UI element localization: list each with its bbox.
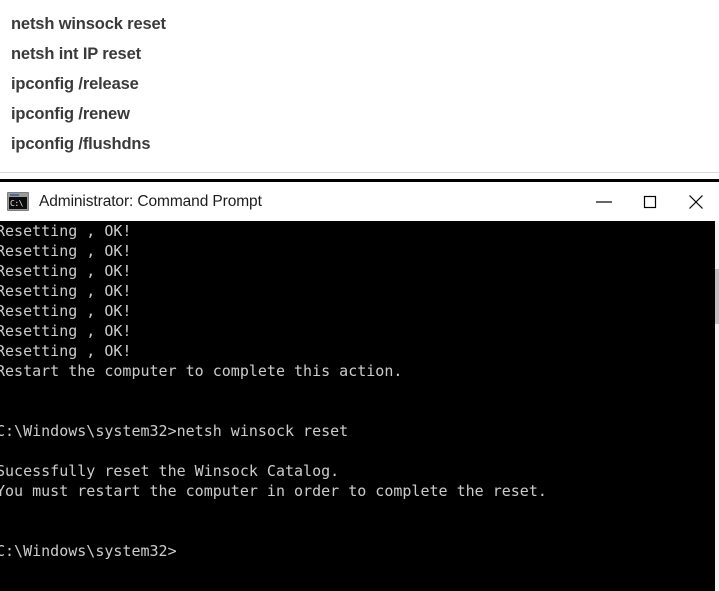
command-list-panel: netsh winsock reset netsh int IP reset i…: [0, 0, 719, 173]
console-output-area[interactable]: Resetting , OK! Resetting , OK! Resettin…: [0, 221, 719, 591]
list-item: ipconfig /release: [11, 75, 139, 93]
list-item: netsh winsock reset: [11, 15, 166, 33]
console-scrollbar[interactable]: [715, 221, 719, 591]
maximize-icon: [639, 194, 661, 210]
maximize-button[interactable]: [627, 182, 673, 221]
console-output-text: Resetting , OK! Resetting , OK! Resettin…: [0, 222, 547, 560]
list-item: ipconfig /renew: [11, 105, 130, 123]
close-icon: [685, 193, 707, 211]
window-titlebar[interactable]: C:\ Administrator: Command Prompt: [0, 182, 719, 221]
command-prompt-window: C:\ Administrator: Command Prompt Resett…: [0, 179, 719, 591]
command-prompt-icon: C:\: [7, 192, 29, 211]
horizontal-divider: [0, 172, 719, 173]
list-item: netsh int IP reset: [11, 45, 141, 63]
window-controls: [581, 182, 719, 221]
list-item: ipconfig /flushdns: [11, 135, 151, 153]
close-button[interactable]: [673, 182, 719, 221]
command-prompt-icon-glyph: C:\: [10, 199, 23, 208]
titlebar-left-group: C:\ Administrator: Command Prompt: [0, 192, 581, 211]
minimize-button[interactable]: [581, 182, 627, 221]
minimize-icon: [593, 196, 615, 208]
console-scrollbar-thumb[interactable]: [715, 269, 719, 324]
command-list: netsh winsock reset netsh int IP reset i…: [11, 9, 166, 159]
window-title: Administrator: Command Prompt: [39, 192, 262, 210]
